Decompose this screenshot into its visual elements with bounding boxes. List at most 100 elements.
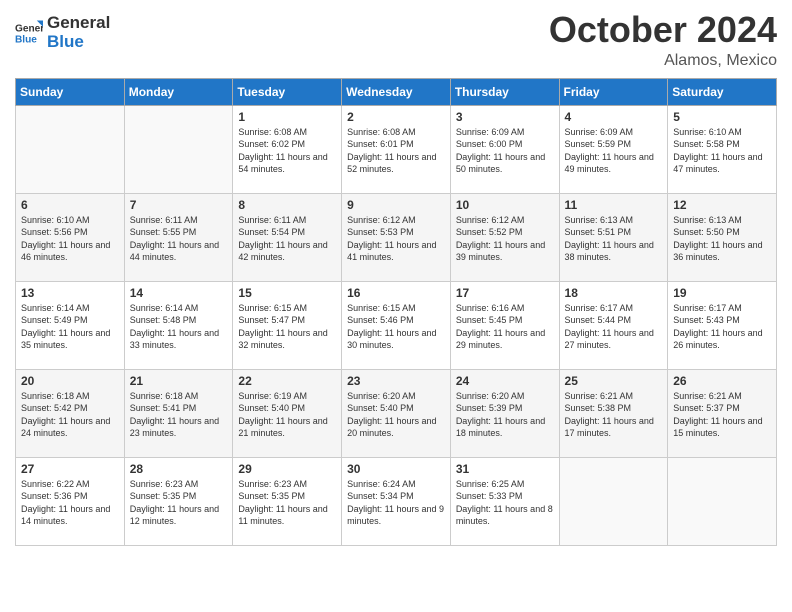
calendar-table: SundayMondayTuesdayWednesdayThursdayFrid… (15, 78, 777, 546)
page-header: General Blue General Blue October 2024 A… (15, 10, 777, 70)
day-info: Sunrise: 6:12 AM Sunset: 5:53 PM Dayligh… (347, 214, 445, 264)
day-info: Sunrise: 6:22 AM Sunset: 5:36 PM Dayligh… (21, 478, 119, 528)
day-info: Sunrise: 6:20 AM Sunset: 5:39 PM Dayligh… (456, 390, 554, 440)
calendar-week-row: 6 Sunrise: 6:10 AM Sunset: 5:56 PM Daylig… (16, 193, 777, 281)
calendar-day-cell (124, 105, 233, 193)
day-number: 14 (130, 286, 228, 300)
day-number: 7 (130, 198, 228, 212)
weekday-header: Sunday (16, 78, 125, 105)
day-info: Sunrise: 6:08 AM Sunset: 6:02 PM Dayligh… (238, 126, 336, 176)
day-number: 4 (565, 110, 663, 124)
day-info: Sunrise: 6:18 AM Sunset: 5:42 PM Dayligh… (21, 390, 119, 440)
day-number: 26 (673, 374, 771, 388)
day-info: Sunrise: 6:11 AM Sunset: 5:55 PM Dayligh… (130, 214, 228, 264)
day-info: Sunrise: 6:14 AM Sunset: 5:49 PM Dayligh… (21, 302, 119, 352)
day-number: 18 (565, 286, 663, 300)
calendar-day-cell: 10Sunrise: 6:12 AM Sunset: 5:52 PM Dayli… (450, 193, 559, 281)
calendar-day-cell: 23 Sunrise: 6:20 AM Sunset: 5:40 PM Dayli… (342, 369, 451, 457)
day-number: 23 (347, 374, 445, 388)
day-info: Sunrise: 6:21 AM Sunset: 5:38 PM Dayligh… (565, 390, 663, 440)
calendar-day-cell: 20 Sunrise: 6:18 AM Sunset: 5:42 PM Dayli… (16, 369, 125, 457)
calendar-week-row: 1 Sunrise: 6:08 AM Sunset: 6:02 PM Daylig… (16, 105, 777, 193)
weekday-header: Wednesday (342, 78, 451, 105)
day-number: 6 (21, 198, 119, 212)
day-number: 25 (565, 374, 663, 388)
weekday-header: Saturday (668, 78, 777, 105)
location-title: Alamos, Mexico (549, 52, 777, 70)
weekday-header: Monday (124, 78, 233, 105)
calendar-day-cell: 30Sunrise: 6:24 AM Sunset: 5:34 PM Dayli… (342, 457, 451, 545)
calendar-day-cell: 22 Sunrise: 6:19 AM Sunset: 5:40 PM Dayli… (233, 369, 342, 457)
day-number: 13 (21, 286, 119, 300)
calendar-day-cell: 12Sunrise: 6:13 AM Sunset: 5:50 PM Dayli… (668, 193, 777, 281)
day-info: Sunrise: 6:13 AM Sunset: 5:51 PM Dayligh… (565, 214, 663, 264)
calendar-day-cell: 11 Sunrise: 6:13 AM Sunset: 5:51 PM Dayli… (559, 193, 668, 281)
calendar-week-row: 27Sunrise: 6:22 AM Sunset: 5:36 PM Dayli… (16, 457, 777, 545)
day-number: 3 (456, 110, 554, 124)
calendar-day-cell: 28 Sunrise: 6:23 AM Sunset: 5:35 PM Dayli… (124, 457, 233, 545)
calendar-day-cell: 13 Sunrise: 6:14 AM Sunset: 5:49 PM Dayli… (16, 281, 125, 369)
day-info: Sunrise: 6:18 AM Sunset: 5:41 PM Dayligh… (130, 390, 228, 440)
calendar-day-cell: 2Sunrise: 6:08 AM Sunset: 6:01 PM Daylig… (342, 105, 451, 193)
day-number: 8 (238, 198, 336, 212)
calendar-day-cell: 8 Sunrise: 6:11 AM Sunset: 5:54 PM Daylig… (233, 193, 342, 281)
day-info: Sunrise: 6:20 AM Sunset: 5:40 PM Dayligh… (347, 390, 445, 440)
day-info: Sunrise: 6:10 AM Sunset: 5:56 PM Dayligh… (21, 214, 119, 264)
calendar-day-cell: 14 Sunrise: 6:14 AM Sunset: 5:48 PM Dayli… (124, 281, 233, 369)
day-number: 22 (238, 374, 336, 388)
day-number: 24 (456, 374, 554, 388)
calendar-day-cell: 18 Sunrise: 6:17 AM Sunset: 5:44 PM Dayli… (559, 281, 668, 369)
calendar-day-cell: 1 Sunrise: 6:08 AM Sunset: 6:02 PM Daylig… (233, 105, 342, 193)
weekday-header: Tuesday (233, 78, 342, 105)
calendar-day-cell: 26Sunrise: 6:21 AM Sunset: 5:37 PM Dayli… (668, 369, 777, 457)
svg-text:Blue: Blue (15, 34, 37, 45)
calendar-day-cell: 24 Sunrise: 6:20 AM Sunset: 5:39 PM Dayli… (450, 369, 559, 457)
day-info: Sunrise: 6:24 AM Sunset: 5:34 PM Dayligh… (347, 478, 445, 528)
calendar-week-row: 13 Sunrise: 6:14 AM Sunset: 5:49 PM Dayli… (16, 281, 777, 369)
logo-text-general: General (47, 14, 110, 33)
day-number: 20 (21, 374, 119, 388)
day-info: Sunrise: 6:09 AM Sunset: 6:00 PM Dayligh… (456, 126, 554, 176)
calendar-day-cell: 15 Sunrise: 6:15 AM Sunset: 5:47 PM Dayli… (233, 281, 342, 369)
logo-text-blue: Blue (47, 33, 110, 52)
day-info: Sunrise: 6:13 AM Sunset: 5:50 PM Dayligh… (673, 214, 771, 264)
day-info: Sunrise: 6:15 AM Sunset: 5:47 PM Dayligh… (238, 302, 336, 352)
day-number: 15 (238, 286, 336, 300)
day-info: Sunrise: 6:11 AM Sunset: 5:54 PM Dayligh… (238, 214, 336, 264)
day-info: Sunrise: 6:15 AM Sunset: 5:46 PM Dayligh… (347, 302, 445, 352)
day-number: 31 (456, 462, 554, 476)
calendar-day-cell: 7 Sunrise: 6:11 AM Sunset: 5:55 PM Daylig… (124, 193, 233, 281)
day-number: 10 (456, 198, 554, 212)
calendar-day-cell (559, 457, 668, 545)
calendar-day-cell: 21Sunrise: 6:18 AM Sunset: 5:41 PM Dayli… (124, 369, 233, 457)
svg-text:General: General (15, 23, 43, 34)
day-info: Sunrise: 6:19 AM Sunset: 5:40 PM Dayligh… (238, 390, 336, 440)
day-number: 1 (238, 110, 336, 124)
calendar-day-cell: 16 Sunrise: 6:15 AM Sunset: 5:46 PM Dayli… (342, 281, 451, 369)
calendar-day-cell: 6 Sunrise: 6:10 AM Sunset: 5:56 PM Daylig… (16, 193, 125, 281)
calendar-day-cell: 29Sunrise: 6:23 AM Sunset: 5:35 PM Dayli… (233, 457, 342, 545)
day-number: 19 (673, 286, 771, 300)
calendar-day-cell: 5 Sunrise: 6:10 AM Sunset: 5:58 PM Daylig… (668, 105, 777, 193)
day-number: 5 (673, 110, 771, 124)
calendar-day-cell (668, 457, 777, 545)
day-info: Sunrise: 6:17 AM Sunset: 5:44 PM Dayligh… (565, 302, 663, 352)
month-title: October 2024 (549, 10, 777, 50)
calendar-day-cell (16, 105, 125, 193)
weekday-header: Thursday (450, 78, 559, 105)
calendar-day-cell: 9Sunrise: 6:12 AM Sunset: 5:53 PM Daylig… (342, 193, 451, 281)
day-info: Sunrise: 6:25 AM Sunset: 5:33 PM Dayligh… (456, 478, 554, 528)
day-info: Sunrise: 6:17 AM Sunset: 5:43 PM Dayligh… (673, 302, 771, 352)
day-number: 16 (347, 286, 445, 300)
page-container: General Blue General Blue October 2024 A… (0, 0, 792, 561)
logo-icon: General Blue (15, 19, 43, 47)
day-info: Sunrise: 6:10 AM Sunset: 5:58 PM Dayligh… (673, 126, 771, 176)
logo: General Blue General Blue (15, 14, 110, 51)
day-number: 28 (130, 462, 228, 476)
weekday-header: Friday (559, 78, 668, 105)
day-info: Sunrise: 6:14 AM Sunset: 5:48 PM Dayligh… (130, 302, 228, 352)
calendar-day-cell: 4Sunrise: 6:09 AM Sunset: 5:59 PM Daylig… (559, 105, 668, 193)
day-number: 11 (565, 198, 663, 212)
day-info: Sunrise: 6:23 AM Sunset: 5:35 PM Dayligh… (238, 478, 336, 528)
day-info: Sunrise: 6:23 AM Sunset: 5:35 PM Dayligh… (130, 478, 228, 528)
